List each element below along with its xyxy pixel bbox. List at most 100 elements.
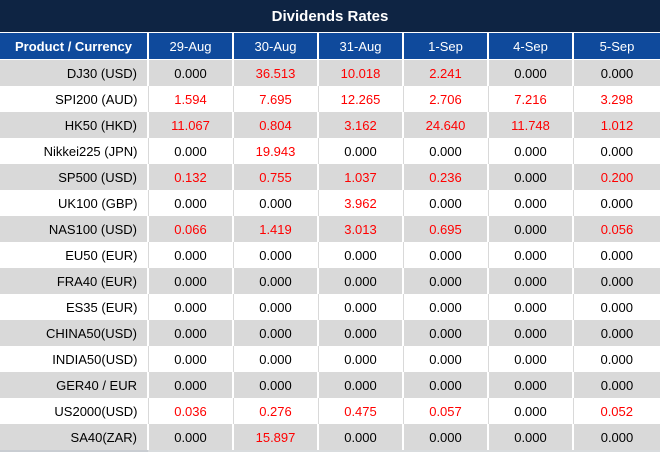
rate-cell: 0.000 (403, 268, 489, 294)
rate-cell: 0.000 (488, 59, 574, 86)
rate-cell: 0.000 (148, 372, 234, 398)
rate-cell: 15.897 (233, 424, 319, 450)
column-header-date: 5-Sep (573, 33, 660, 60)
rate-cell: 0.000 (573, 59, 660, 86)
rate-cell: 0.000 (148, 190, 234, 216)
rate-cell: 0.000 (148, 138, 234, 164)
rate-cell: 0.475 (318, 398, 404, 424)
page-title: Dividends Rates (271, 7, 389, 25)
rate-cell: 0.066 (148, 216, 234, 242)
rate-cell: 0.000 (233, 190, 319, 216)
rate-cell: 3.013 (318, 216, 404, 242)
rate-cell: 0.200 (573, 164, 660, 190)
rate-cell: 1.419 (233, 216, 319, 242)
rate-cell: 0.000 (233, 294, 319, 320)
rate-cell: 0.000 (148, 320, 234, 346)
rate-cell: 0.000 (573, 424, 660, 450)
rate-cell: 0.000 (233, 242, 319, 268)
rate-cell: 0.000 (318, 346, 404, 372)
column-header-date: 1-Sep (403, 33, 489, 60)
rate-cell: 0.276 (233, 398, 319, 424)
table-row: FRA40 (EUR) 0.000 0.000 0.000 0.000 0.000 0.00… (0, 268, 660, 294)
rate-cell: 0.000 (573, 268, 660, 294)
rate-cell: 0.000 (318, 138, 404, 164)
rate-cell: 0.000 (488, 190, 574, 216)
rate-cell: 0.000 (318, 242, 404, 268)
rate-cell: 0.000 (488, 398, 574, 424)
rate-cell: 7.695 (233, 86, 319, 112)
rate-cell: 0.000 (148, 346, 234, 372)
product-cell: FRA40 (EUR) (0, 268, 149, 294)
column-header-date: 30-Aug (233, 33, 319, 60)
rate-cell: 0.000 (573, 138, 660, 164)
rate-cell: 7.216 (488, 86, 574, 112)
rate-cell: 0.000 (403, 424, 489, 450)
rate-cell: 2.241 (403, 59, 489, 86)
rate-cell: 1.012 (573, 112, 660, 138)
rate-cell: 0.000 (573, 372, 660, 398)
rate-cell: 0.000 (318, 268, 404, 294)
rate-cell: 0.000 (573, 320, 660, 346)
product-cell: SPI200 (AUD) (0, 86, 149, 112)
rate-cell: 0.000 (573, 190, 660, 216)
rate-cell: 0.000 (488, 138, 574, 164)
column-header-product: Product / Currency (0, 33, 149, 60)
rate-cell: 0.000 (488, 268, 574, 294)
table-row: EU50 (EUR) 0.000 0.000 0.000 0.000 0.000 0.000 (0, 242, 660, 268)
rate-cell: 0.000 (233, 346, 319, 372)
rate-cell: 0.057 (403, 398, 489, 424)
rate-cell: 11.748 (488, 112, 574, 138)
rate-cell: 0.000 (148, 59, 234, 86)
dividends-rates-widget: Dividends Rates Product / Currency 29-Aug… (0, 0, 660, 452)
table-row: GER40 / EUR 0.000 0.000 0.000 0.000 0.000 0.00… (0, 372, 660, 398)
rate-cell: 24.640 (403, 112, 489, 138)
rate-cell: 1.037 (318, 164, 404, 190)
rate-cell: 0.695 (403, 216, 489, 242)
rate-cell: 0.000 (318, 294, 404, 320)
rate-cell: 0.000 (403, 242, 489, 268)
rate-cell: 0.236 (403, 164, 489, 190)
column-header-date: 29-Aug (148, 33, 234, 60)
rate-cell: 0.000 (403, 320, 489, 346)
rate-cell: 11.067 (148, 112, 234, 138)
rate-cell: 0.000 (488, 372, 574, 398)
product-cell: INDIA50(USD) (0, 346, 149, 372)
table-row: INDIA50(USD) 0.000 0.000 0.000 0.000 0.000 0.0… (0, 346, 660, 372)
rate-cell: 0.056 (573, 216, 660, 242)
rate-cell: 0.000 (318, 372, 404, 398)
rate-cell: 12.265 (318, 86, 404, 112)
rate-cell: 0.000 (233, 372, 319, 398)
rate-cell: 19.943 (233, 138, 319, 164)
table-body: DJ30 (USD) 0.000 36.513 10.018 2.241 0.000 0.0… (0, 59, 660, 450)
table-row: DJ30 (USD) 0.000 36.513 10.018 2.241 0.000 0.0… (0, 59, 660, 86)
rate-cell: 0.804 (233, 112, 319, 138)
rate-cell: 0.132 (148, 164, 234, 190)
table-row: Nikkei225 (JPN) 0.000 19.943 0.000 0.000 0.00… (0, 138, 660, 164)
product-cell: ES35 (EUR) (0, 294, 149, 320)
rate-cell: 3.298 (573, 86, 660, 112)
rate-cell: 0.000 (488, 424, 574, 450)
rate-cell: 0.052 (573, 398, 660, 424)
product-cell: US2000(USD) (0, 398, 149, 424)
rate-cell: 0.000 (148, 294, 234, 320)
table-row: NAS100 (USD) 0.066 1.419 3.013 0.695 0.000 0.0… (0, 216, 660, 242)
rate-cell: 0.000 (318, 424, 404, 450)
rate-cell: 0.000 (488, 294, 574, 320)
rate-cell: 0.000 (233, 320, 319, 346)
rate-cell: 3.962 (318, 190, 404, 216)
header-row: Product / Currency 29-Aug 30-Aug 31-Aug 1-Se… (0, 33, 660, 60)
rate-cell: 0.000 (148, 424, 234, 450)
product-cell: HK50 (HKD) (0, 112, 149, 138)
rate-cell: 0.755 (233, 164, 319, 190)
rate-cell: 0.000 (573, 242, 660, 268)
rate-cell: 1.594 (148, 86, 234, 112)
table-row: SP500 (USD) 0.132 0.755 1.037 0.236 0.000 0.20… (0, 164, 660, 190)
rate-cell: 0.000 (403, 372, 489, 398)
table-row: SPI200 (AUD) 1.594 7.695 12.265 2.706 7.216 3.… (0, 86, 660, 112)
table-row: UK100 (GBP) 0.000 0.000 3.962 0.000 0.000 0.00… (0, 190, 660, 216)
rate-cell: 0.000 (148, 268, 234, 294)
rate-cell: 0.000 (488, 216, 574, 242)
rate-cell: 0.000 (573, 294, 660, 320)
product-cell: DJ30 (USD) (0, 59, 149, 86)
rate-cell: 0.000 (403, 346, 489, 372)
